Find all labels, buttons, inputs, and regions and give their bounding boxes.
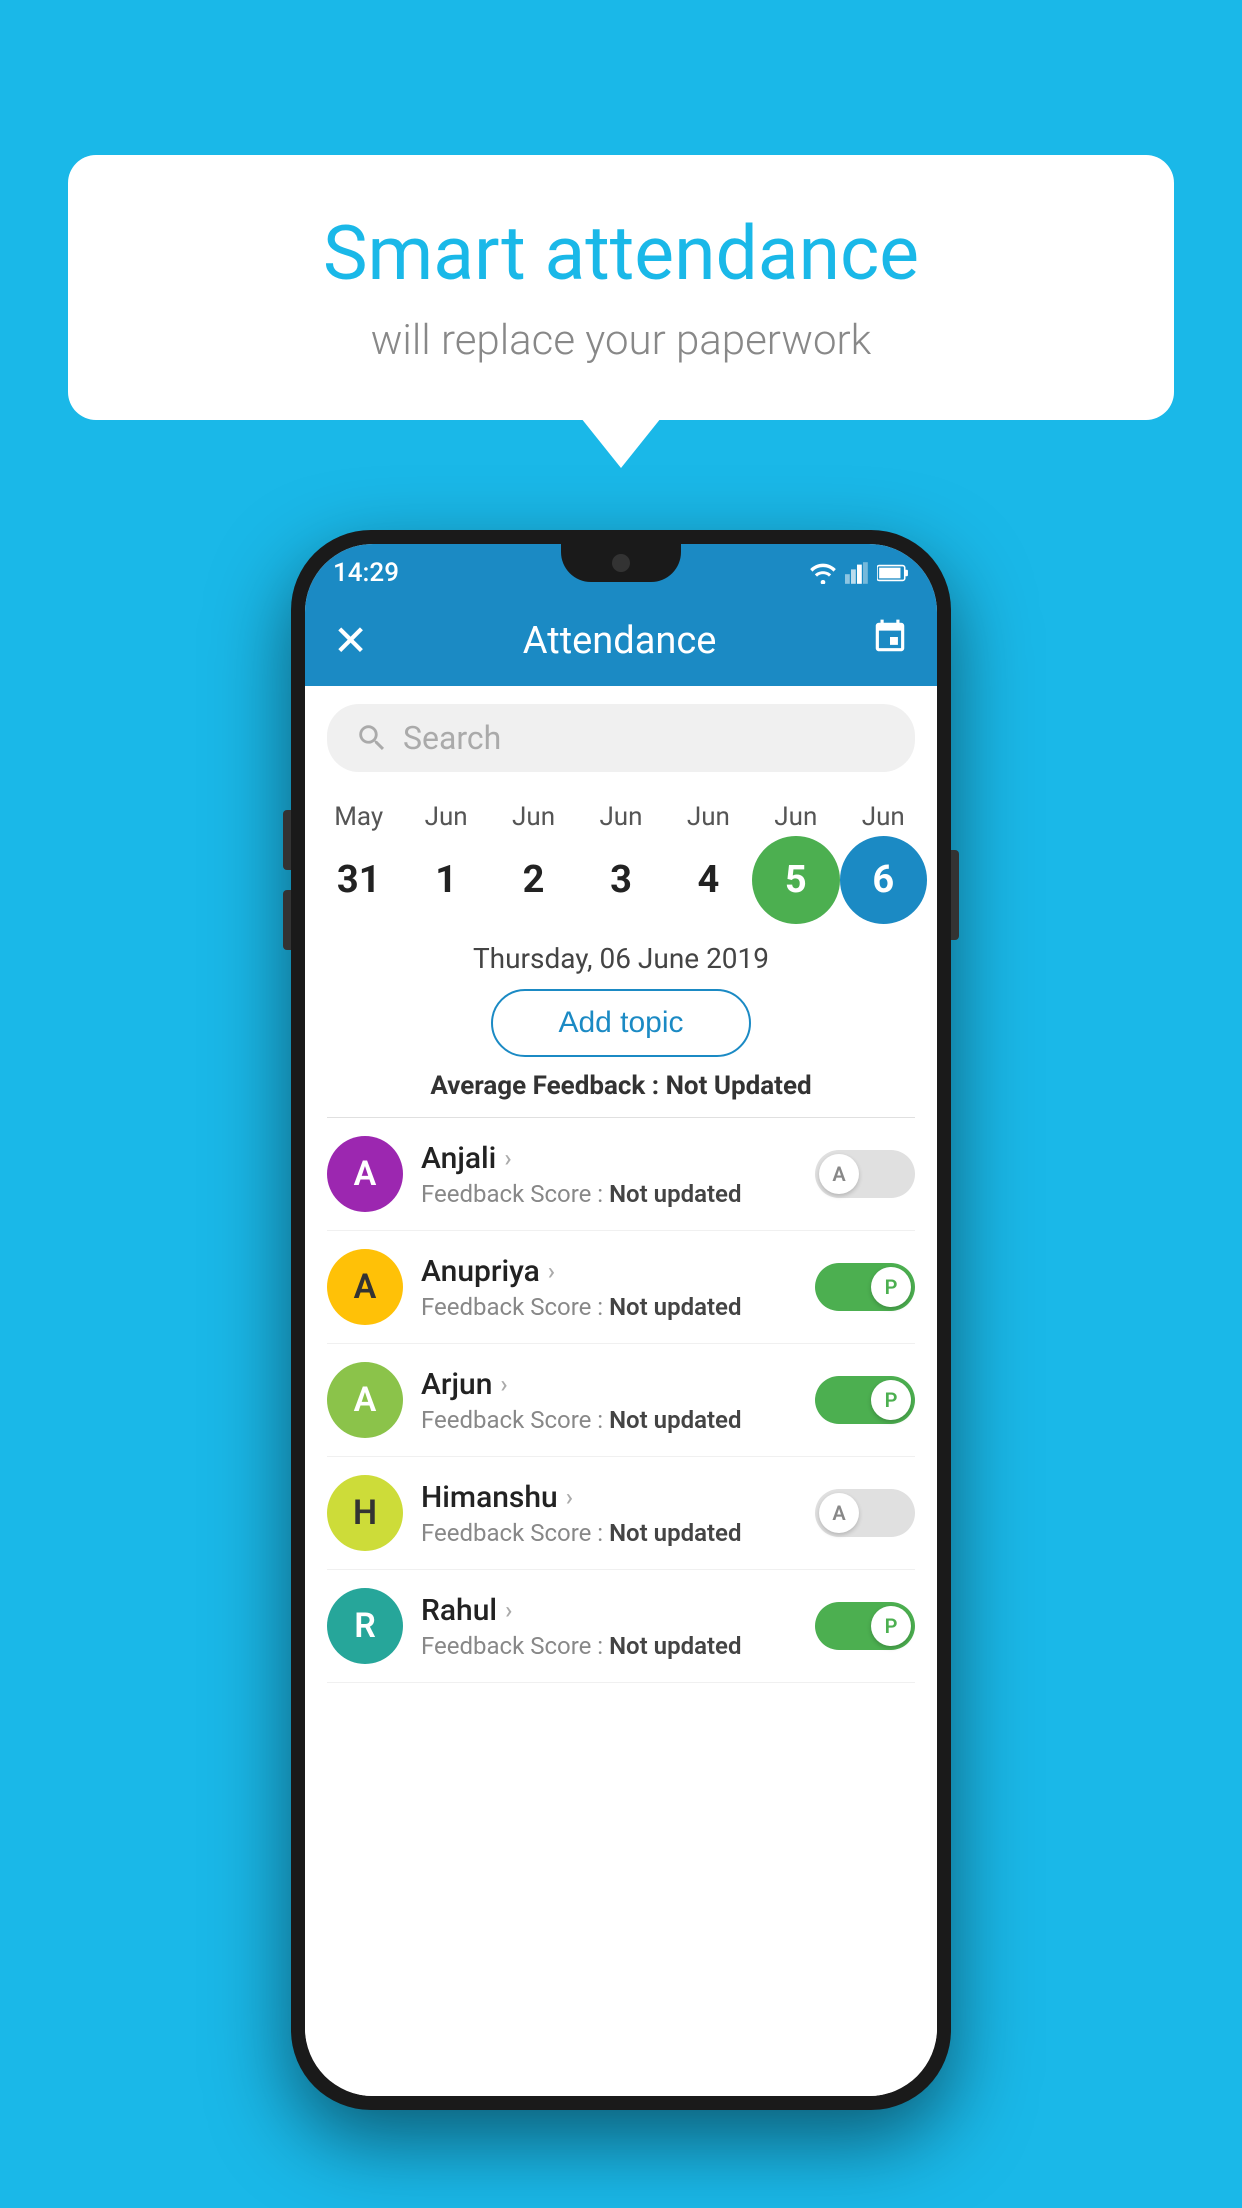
- toggle-container-0[interactable]: A: [815, 1150, 915, 1198]
- student-name-0: Anjali ›: [421, 1141, 797, 1176]
- student-feedback-1: Feedback Score : Not updated: [421, 1293, 797, 1321]
- close-icon[interactable]: ✕: [333, 616, 368, 666]
- camera: [612, 554, 630, 572]
- student-info-1: Anupriya › Feedback Score : Not updated: [421, 1254, 797, 1321]
- toggle-knob-3: A: [819, 1493, 859, 1533]
- calendar-section: MayJunJunJunJunJunJun 31123456: [305, 790, 937, 924]
- chevron-icon: ›: [505, 1596, 512, 1624]
- toggle-container-2[interactable]: P: [815, 1376, 915, 1424]
- student-info-0: Anjali › Feedback Score : Not updated: [421, 1141, 797, 1208]
- selected-date-label: Thursday, 06 June 2019: [305, 942, 937, 975]
- toggle-3[interactable]: A: [815, 1489, 915, 1537]
- student-name-2: Arjun ›: [421, 1367, 797, 1402]
- app-content: Search MayJunJunJunJunJunJun 31123456 Th…: [305, 686, 937, 2096]
- cal-day-0[interactable]: 31: [315, 836, 402, 924]
- search-placeholder: Search: [403, 719, 501, 757]
- avatar-4: R: [327, 1588, 403, 1664]
- toggle-container-1[interactable]: P: [815, 1263, 915, 1311]
- cal-day-5[interactable]: 5: [752, 836, 839, 924]
- cal-month-4: Jun: [665, 802, 752, 832]
- student-feedback-2: Feedback Score : Not updated: [421, 1406, 797, 1434]
- cal-day-2[interactable]: 2: [490, 836, 577, 924]
- speech-bubble: Smart attendance will replace your paper…: [68, 155, 1174, 420]
- chevron-icon: ›: [500, 1370, 507, 1398]
- cal-day-4[interactable]: 4: [665, 836, 752, 924]
- student-name-4: Rahul ›: [421, 1593, 797, 1628]
- status-icons: [809, 562, 909, 584]
- speech-bubble-title: Smart attendance: [128, 210, 1114, 298]
- cal-month-6: Jun: [840, 802, 927, 832]
- power-button: [951, 850, 959, 940]
- student-list: AAnjali ›Feedback Score : Not updatedAAA…: [305, 1118, 937, 1683]
- student-feedback-4: Feedback Score : Not updated: [421, 1632, 797, 1660]
- calendar-days: 31123456: [305, 836, 937, 924]
- student-info-4: Rahul › Feedback Score : Not updated: [421, 1593, 797, 1660]
- chevron-icon: ›: [504, 1144, 511, 1172]
- cal-month-5: Jun: [752, 802, 839, 832]
- toggle-knob-2: P: [871, 1380, 911, 1420]
- cal-month-0: May: [315, 802, 402, 832]
- search-bar[interactable]: Search: [327, 704, 915, 772]
- signal-icon: [845, 562, 869, 584]
- volume-down-button: [283, 890, 291, 950]
- avatar-1: A: [327, 1249, 403, 1325]
- avatar-2: A: [327, 1362, 403, 1438]
- speech-bubble-subtitle: will replace your paperwork: [128, 316, 1114, 365]
- toggle-knob-4: P: [871, 1606, 911, 1646]
- student-info-2: Arjun › Feedback Score : Not updated: [421, 1367, 797, 1434]
- average-feedback: Average Feedback : Not Updated: [305, 1071, 937, 1101]
- student-item-0[interactable]: A Anjali › Feedback Score : Not updated A: [327, 1118, 915, 1231]
- avatar-3: H: [327, 1475, 403, 1551]
- cal-day-6[interactable]: 6: [840, 836, 927, 924]
- toggle-0[interactable]: A: [815, 1150, 915, 1198]
- header-title: Attendance: [523, 619, 717, 663]
- notch: [561, 544, 681, 582]
- phone-container: 14:29: [291, 530, 951, 2110]
- calendar-icon[interactable]: [871, 618, 909, 665]
- student-feedback-0: Feedback Score : Not updated: [421, 1180, 797, 1208]
- chevron-icon: ›: [548, 1257, 555, 1285]
- speech-bubble-container: Smart attendance will replace your paper…: [68, 155, 1174, 420]
- battery-icon: [877, 562, 909, 584]
- student-item-4[interactable]: R Rahul › Feedback Score : Not updated P: [327, 1570, 915, 1683]
- wifi-icon: [809, 562, 837, 584]
- add-topic-button[interactable]: Add topic: [491, 989, 751, 1057]
- volume-up-button: [283, 810, 291, 870]
- cal-month-1: Jun: [402, 802, 489, 832]
- student-info-3: Himanshu › Feedback Score : Not updated: [421, 1480, 797, 1547]
- toggle-container-3[interactable]: A: [815, 1489, 915, 1537]
- avatar-0: A: [327, 1136, 403, 1212]
- student-item-1[interactable]: A Anupriya › Feedback Score : Not updated P: [327, 1231, 915, 1344]
- toggle-2[interactable]: P: [815, 1376, 915, 1424]
- phone-screen: 14:29: [305, 544, 937, 2096]
- cal-day-1[interactable]: 1: [402, 836, 489, 924]
- student-name-1: Anupriya ›: [421, 1254, 797, 1289]
- toggle-4[interactable]: P: [815, 1602, 915, 1650]
- search-icon: [355, 721, 389, 755]
- toggle-1[interactable]: P: [815, 1263, 915, 1311]
- toggle-container-4[interactable]: P: [815, 1602, 915, 1650]
- student-name-3: Himanshu ›: [421, 1480, 797, 1515]
- cal-day-3[interactable]: 3: [577, 836, 664, 924]
- calendar-months: MayJunJunJunJunJunJun: [305, 802, 937, 832]
- avg-feedback-value: Not Updated: [666, 1071, 812, 1101]
- student-feedback-3: Feedback Score : Not updated: [421, 1519, 797, 1547]
- cal-month-2: Jun: [490, 802, 577, 832]
- cal-month-3: Jun: [577, 802, 664, 832]
- avg-feedback-label: Average Feedback :: [430, 1071, 665, 1101]
- chevron-icon: ›: [566, 1483, 573, 1511]
- student-item-2[interactable]: A Arjun › Feedback Score : Not updated P: [327, 1344, 915, 1457]
- app-header: ✕ Attendance: [305, 596, 937, 686]
- toggle-knob-0: A: [819, 1154, 859, 1194]
- student-item-3[interactable]: H Himanshu › Feedback Score : Not updated A: [327, 1457, 915, 1570]
- status-time: 14:29: [333, 558, 399, 588]
- toggle-knob-1: P: [871, 1267, 911, 1307]
